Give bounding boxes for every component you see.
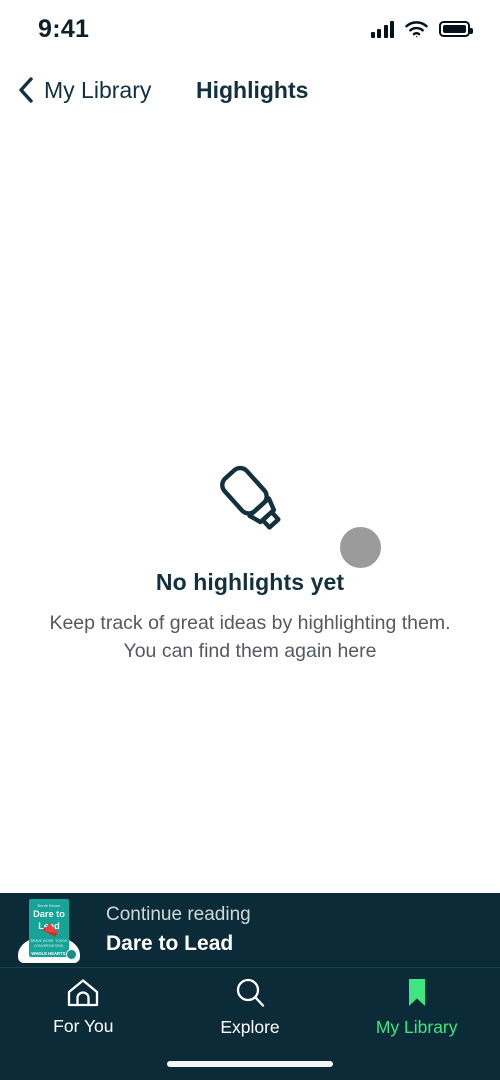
tab-bar: For You Explore My Library <box>0 967 500 1080</box>
cover-author: Brené Brown <box>37 904 61 908</box>
app-screen: 9:41 My Library Highlights No highlights… <box>0 0 500 1080</box>
search-icon <box>236 978 265 1007</box>
tab-for-you[interactable]: For You <box>0 968 167 1040</box>
continue-reading-title: Dare to Lead <box>106 932 234 955</box>
tab-for-you-label: For You <box>53 1015 114 1036</box>
empty-state-illustration <box>0 455 500 565</box>
tab-explore-label: Explore <box>220 1016 280 1037</box>
cellular-bars-icon <box>370 20 394 38</box>
empty-state-subtitle: Keep track of great ideas by highlightin… <box>49 609 450 666</box>
wifi-icon <box>405 20 428 37</box>
empty-state-title: No highlights yet <box>155 569 345 595</box>
tab-explore[interactable]: Explore <box>167 968 334 1040</box>
book-cover-art: Brené Brown Dare to Lead BRAVE WORK. TOU… <box>29 899 69 957</box>
audio-badge-icon <box>66 949 77 960</box>
empty-state: No highlights yet Keep track of great id… <box>0 455 500 666</box>
home-icon <box>68 978 99 1006</box>
continue-reading-text: Continue reading Dare to Lead <box>106 904 251 956</box>
chevron-left-icon <box>19 77 33 103</box>
highlighter-icon <box>220 465 281 530</box>
book-cover: Brené Brown Dare to Lead BRAVE WORK. TOU… <box>18 897 80 963</box>
continue-reading-bar[interactable]: Brené Brown Dare to Lead BRAVE WORK. TOU… <box>0 893 500 967</box>
empty-state-subtitle-line1: Keep track of great ideas by highlightin… <box>49 612 451 634</box>
bookmark-icon <box>408 978 425 1006</box>
empty-state-subtitle-line2: You can find them again here <box>123 640 377 663</box>
cover-subtitle-bold: WHOLE HEARTS. <box>31 951 67 957</box>
continue-reading-label: Continue reading <box>106 904 251 925</box>
cover-subtitle: BRAVE WORK. TOUGH CONVERSATIONS. WHOLE H… <box>30 939 68 957</box>
tab-my-library[interactable]: My Library <box>333 968 500 1040</box>
home-indicator-bar <box>167 1061 333 1067</box>
back-button[interactable]: My Library <box>10 62 159 118</box>
battery-full-icon <box>439 21 473 37</box>
status-time: 9:41 <box>38 14 90 43</box>
navigation-bar: My Library Highlights <box>0 62 500 118</box>
back-button-label: My Library <box>44 76 152 103</box>
gray-circle-dot <box>340 527 381 568</box>
cover-title-line1: Dare to <box>33 909 65 919</box>
page-title: Highlights <box>196 76 309 103</box>
status-bar: 9:41 <box>0 0 500 58</box>
status-icons <box>370 20 473 38</box>
tab-my-library-label: My Library <box>375 1016 458 1037</box>
